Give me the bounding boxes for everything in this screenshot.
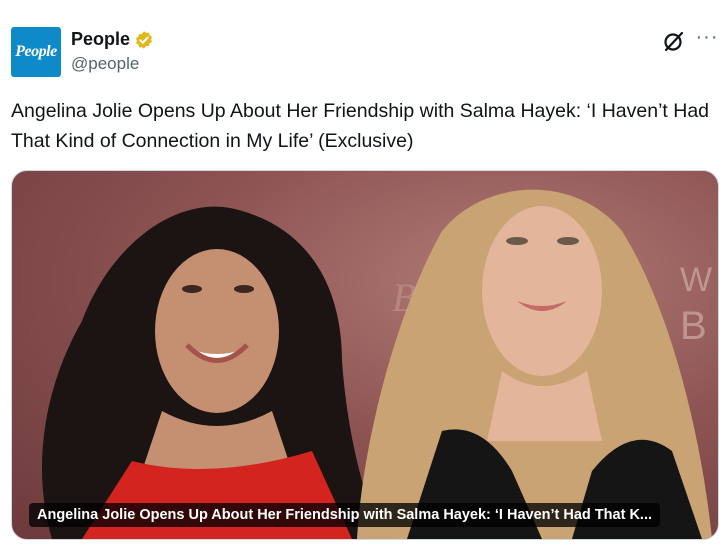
- svg-text:B: B: [680, 304, 707, 348]
- author-handle[interactable]: @people: [71, 54, 139, 74]
- avatar[interactable]: People: [11, 27, 61, 77]
- avatar-logo-text: People: [15, 43, 57, 60]
- tweet-text: Angelina Jolie Opens Up About Her Friend…: [11, 100, 710, 152]
- more-options-button[interactable]: ···: [694, 26, 720, 54]
- verified-badge-icon: [134, 30, 154, 50]
- author-display-name[interactable]: People: [71, 29, 130, 50]
- more-icon: ···: [695, 26, 719, 48]
- link-card-image[interactable]: Br W B Angelina Jolie Opens Up About Her…: [11, 170, 719, 540]
- author-name-row: People: [71, 29, 154, 50]
- photo-illustration: Br W B: [42, 189, 712, 539]
- svg-text:W: W: [680, 261, 712, 299]
- grok-icon[interactable]: [661, 28, 687, 54]
- card-title-overlay: Angelina Jolie Opens Up About Her Friend…: [29, 503, 661, 527]
